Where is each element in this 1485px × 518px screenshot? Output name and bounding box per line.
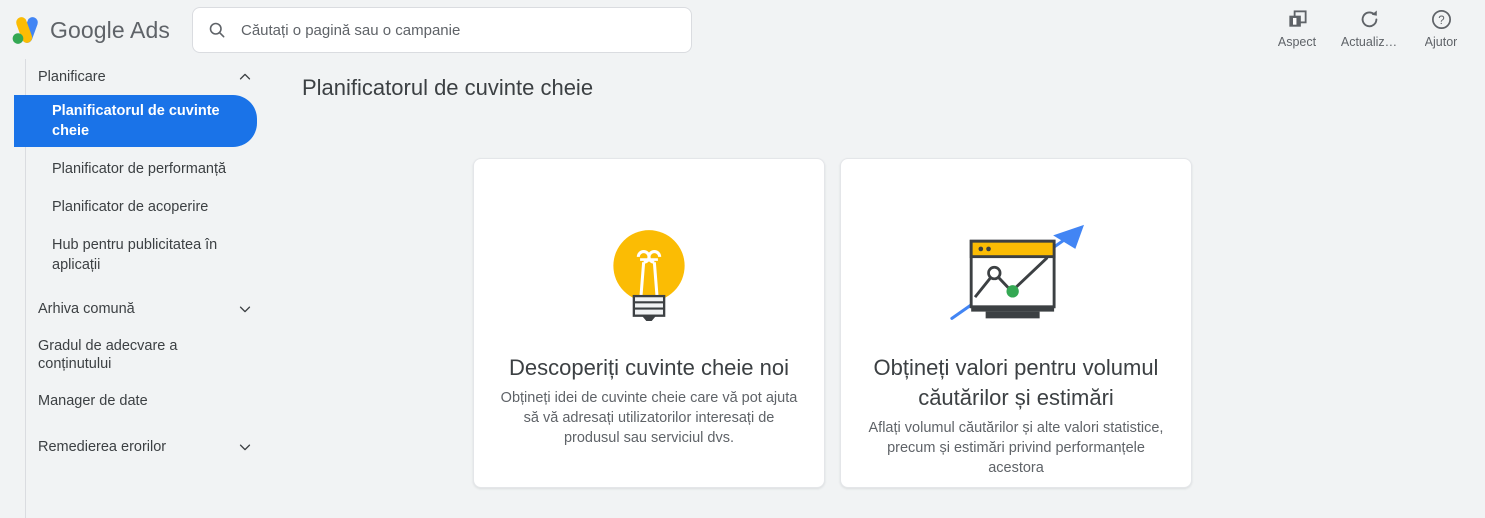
sidebar-group-gradul-de-adecvare-a-continutului[interactable]: Gradul de adecvare a conținutului <box>0 333 280 377</box>
brand-ads: Ads <box>130 16 170 43</box>
app-header: Google Ads Căutați o pagină sau o campan… <box>0 0 1485 59</box>
brand-google: Google <box>50 16 125 43</box>
appearance-button[interactable]: Aspect <box>1261 2 1333 49</box>
help-label: Ajutor <box>1424 35 1458 49</box>
search-input[interactable] <box>241 21 671 39</box>
page-title: Planificatorul de cuvinte cheie <box>302 75 594 100</box>
refresh-button[interactable]: Actualiz… <box>1333 2 1405 49</box>
sidebar-group-planificare[interactable]: Planificare <box>0 59 280 95</box>
appearance-label: Aspect <box>1277 35 1317 49</box>
appearance-icon <box>1286 6 1309 32</box>
global-search[interactable] <box>192 7 692 53</box>
main-content: Planificatorul de cuvinte cheie Descoper… <box>280 59 1485 518</box>
card-description: Obțineți idei de cuvinte cheie care vă p… <box>500 390 798 446</box>
refresh-icon <box>1358 6 1381 32</box>
chevron-up-icon <box>236 68 254 86</box>
sidebar-group-gradul-de-adecvare-label: Gradul de adecvare a conținutului <box>38 338 178 372</box>
brand-text: Google Ads <box>50 17 170 44</box>
sidebar-nav: Planificare Planificatorul de cuvinte ch… <box>0 59 280 465</box>
search-icon <box>207 20 227 40</box>
lightbulb-illustration <box>600 201 698 351</box>
card-title: Obțineți valori pentru volumul căutărilo… <box>873 355 1159 410</box>
chevron-down-icon <box>236 438 254 456</box>
card-description: Aflați volumul căutărilor și alte valori… <box>868 420 1164 476</box>
help-circle-icon: ? <box>1430 6 1453 32</box>
svg-text:?: ? <box>1438 14 1444 26</box>
search-volume-chart-illustration <box>939 197 1094 351</box>
sidebar-group-remedierea-erorilor[interactable]: Remedierea erorilor <box>0 429 280 465</box>
sidebar-group-manager-de-date[interactable]: Manager de date <box>0 383 280 419</box>
refresh-label: Actualiz… <box>1340 35 1398 49</box>
card-discover-new-keywords[interactable]: Descoperiți cuvinte cheie noi Obțineți i… <box>473 158 825 488</box>
sidebar-item-planificatorul-de-cuvinte-cheie[interactable]: Planificatorul de cuvinte cheie <box>14 95 257 147</box>
sidebar-item-planificator-de-acoperire[interactable]: Planificator de acoperire <box>14 191 257 223</box>
sidebar: Planificare Planificatorul de cuvinte ch… <box>0 59 280 518</box>
sidebar-group-remedierea-erorilor-label: Remedierea erorilor <box>38 439 167 455</box>
sidebar-group-manager-de-date-label: Manager de date <box>38 393 148 409</box>
sidebar-group-arhiva-comuna[interactable]: Arhiva comună <box>0 291 280 327</box>
card-title: Descoperiți cuvinte cheie noi <box>508 355 790 380</box>
google-ads-logo <box>8 11 46 49</box>
sidebar-item-planificator-de-performanta[interactable]: Planificator de performanță <box>14 153 257 185</box>
brand[interactable]: Google Ads <box>8 9 170 51</box>
card-search-volume-and-forecasts[interactable]: Obțineți valori pentru volumul căutărilo… <box>840 158 1192 488</box>
card-grid: Descoperiți cuvinte cheie noi Obțineți i… <box>473 158 1192 488</box>
help-button[interactable]: ? Ajutor <box>1405 2 1477 49</box>
google-ads-keyword-planner-page: Google Ads Căutați o pagină sau o campan… <box>0 0 1485 518</box>
sidebar-item-hub-pentru-publicitatea-in-aplicatii[interactable]: Hub pentru publicitatea în aplicații <box>14 229 257 281</box>
header-actions: Aspect Actualiz… ? Ajutor <box>1261 2 1477 57</box>
sidebar-group-planificare-label: Planificare <box>38 69 106 85</box>
chevron-down-icon <box>236 300 254 318</box>
sidebar-group-arhiva-comuna-label: Arhiva comună <box>38 301 135 317</box>
